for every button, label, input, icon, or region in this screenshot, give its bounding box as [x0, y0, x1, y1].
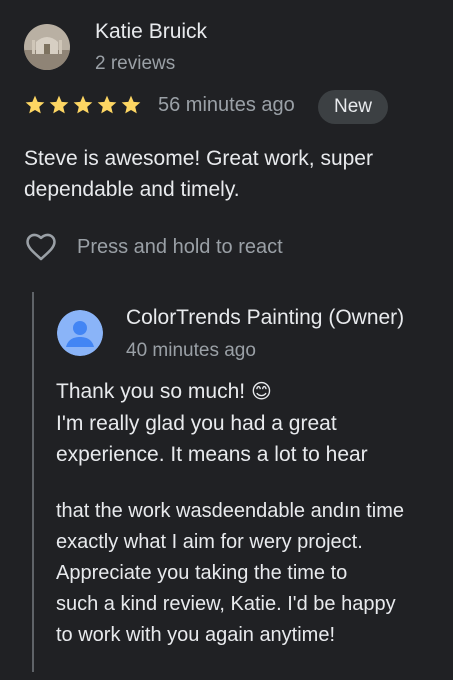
star-icon [97, 95, 117, 114]
star-icon [121, 95, 141, 114]
reply-time: 40 minutes ago [126, 340, 256, 361]
reply-line-2: I'm really glad you had a great experien… [56, 412, 368, 466]
review-text: Steve is awesome! Great work, super depe… [24, 147, 373, 201]
heart-icon[interactable] [24, 230, 58, 264]
star-icon [25, 95, 45, 114]
reply-line-1: Thank you so much! [56, 380, 246, 403]
reviewer-avatar-photo [24, 24, 70, 70]
star-icon [73, 95, 93, 114]
reviewer-review-count[interactable]: 2 reviews [95, 53, 175, 75]
owner-avatar[interactable] [57, 310, 103, 356]
react-button[interactable]: Press and hold to react [24, 230, 444, 266]
review-time: 56 minutes ago [158, 94, 295, 116]
star-rating [24, 94, 142, 118]
reply-line: Appreciate you taking the time to [56, 562, 348, 584]
reviewer-avatar[interactable] [24, 24, 70, 70]
reply-line: exactly what I aim for wery project. [56, 531, 363, 553]
new-badge: New [318, 90, 389, 124]
owner-reply-text: Thank you so much! 😊 I'm really glad you… [56, 376, 446, 470]
reply-line: to work with you again anytime! [56, 624, 336, 646]
rating-row: 56 minutes ago New [24, 90, 444, 124]
owner-reply-text-continued: that the work wasdeendable andın time ex… [56, 496, 453, 651]
review-card: Katie Bruick 2 reviews 56 minutes ago Ne… [0, 0, 453, 680]
person-icon [57, 310, 103, 356]
reply-line: such a kind review, Katie. I'd be happy [56, 593, 396, 615]
react-label: Press and hold to react [77, 236, 283, 258]
owner-name[interactable]: ColorTrends Painting (Owner) [126, 306, 404, 330]
reviewer-name[interactable]: Katie Bruick [95, 20, 207, 44]
reply-line: that the work wasdeendable andın time [56, 500, 404, 522]
reply-divider [32, 292, 34, 672]
star-icon [49, 95, 69, 114]
smile-emoji-icon: 😊 [250, 381, 272, 403]
